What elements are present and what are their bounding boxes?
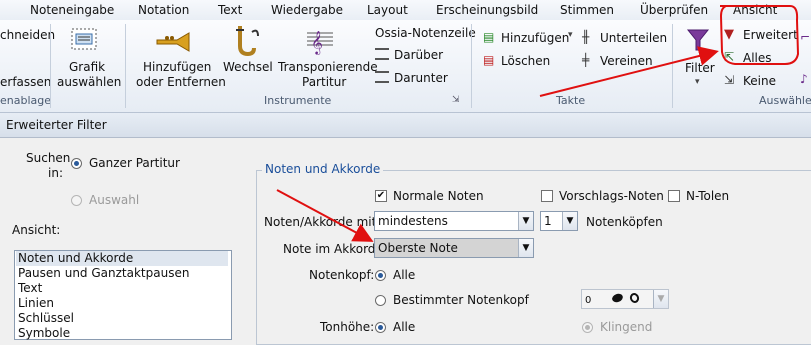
annotation-overlay [276, 5, 800, 242]
